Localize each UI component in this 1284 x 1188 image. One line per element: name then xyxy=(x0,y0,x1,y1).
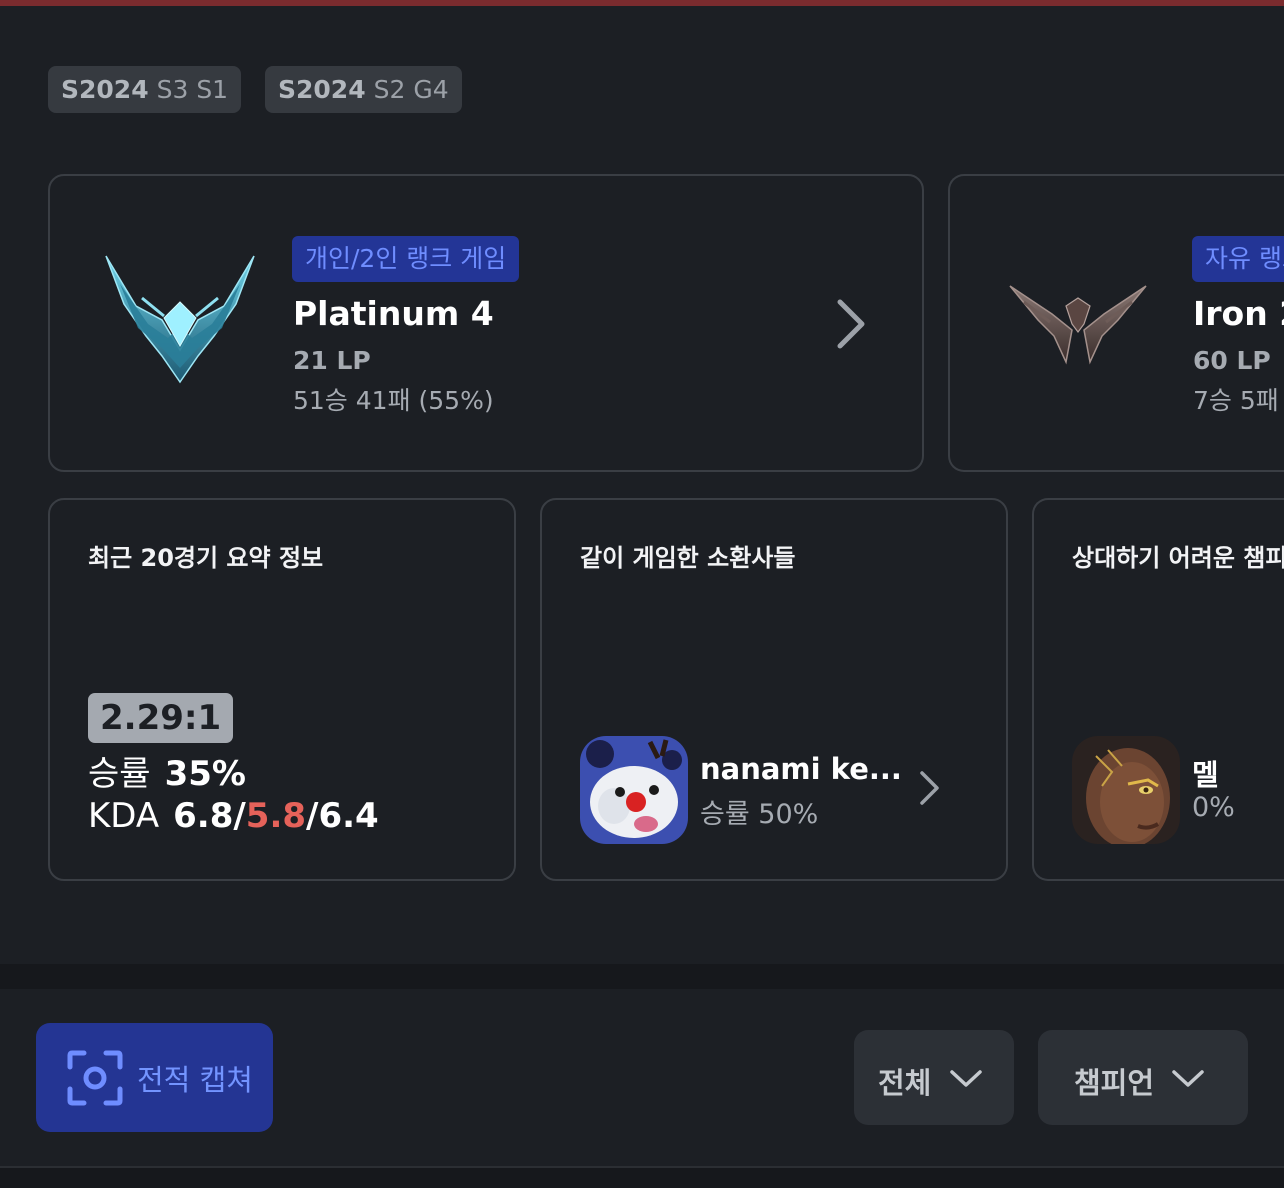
season-split: S2 G4 xyxy=(373,75,449,104)
queue-badge-solo: 개인/2인 랭크 게임 xyxy=(292,236,520,282)
bottom-band xyxy=(0,1168,1284,1188)
season-year: S2024 xyxy=(61,75,149,104)
season-year: S2024 xyxy=(278,75,366,104)
capture-record-button[interactable]: 전적 캡쳐 xyxy=(36,1023,273,1132)
iron-emblem-icon xyxy=(1009,285,1147,365)
season-chip-2[interactable]: S2024 S2 G4 xyxy=(265,66,462,113)
queue-filter-dropdown[interactable]: 전체 xyxy=(854,1030,1014,1125)
win-loss-record: 7승 5패 xyxy=(1193,386,1279,415)
league-points: 60 LP xyxy=(1193,346,1271,375)
poro-avatar-icon xyxy=(580,736,688,844)
champion-winrate: 0% xyxy=(1192,792,1235,823)
rank-card-solo[interactable]: 개인/2인 랭크 게임 Platinum 4 21 LP 51승 41패 (55… xyxy=(48,174,924,472)
kda-separator: / xyxy=(306,796,319,836)
kda-ratio-badge: 2.29:1 xyxy=(88,693,234,743)
card-title: 최근 20경기 요약 정보 xyxy=(88,544,324,572)
season-chip-1[interactable]: S2024 S3 S1 xyxy=(48,66,242,113)
kills-value: 6.8 xyxy=(173,796,234,836)
tier-name: Platinum 4 xyxy=(293,294,494,333)
assists-value: 6.4 xyxy=(318,796,379,836)
profile-page: S2024 S3 S1 S2024 S2 G4 개인/2인 랭크 게임 Platin… xyxy=(0,0,1284,1188)
section-divider xyxy=(0,964,1284,989)
top-accent-bar xyxy=(0,0,1284,6)
winrate-row: 승률 35% xyxy=(88,746,246,795)
rank-card-flex[interactable]: 자유 랭크 Iron 2 60 LP 7승 5패 xyxy=(948,174,1284,472)
kda-row: KDA 6.8/5.8/6.4 xyxy=(88,796,379,836)
league-points: 21 LP xyxy=(293,346,371,375)
summoner-name[interactable]: nanami ke... xyxy=(700,752,902,786)
winrate-label: 승률 xyxy=(88,754,151,794)
mel-champion-icon xyxy=(1072,736,1180,844)
card-title: 같이 게임한 소환사들 xyxy=(580,544,796,572)
filter-label: 전체 xyxy=(878,1066,932,1100)
queue-badge-flex: 자유 랭크 xyxy=(1192,236,1284,282)
chevron-down-icon xyxy=(1172,1070,1204,1087)
chevron-down-icon xyxy=(950,1070,982,1087)
champion-filter-dropdown[interactable]: 챔피언 xyxy=(1038,1030,1248,1125)
winrate-value: 35% xyxy=(164,754,246,794)
platinum-emblem-icon xyxy=(105,255,255,384)
played-with-card[interactable]: 같이 게임한 소환사들 nanami ke... 승률 50% xyxy=(540,498,1008,881)
champion-name[interactable]: 멜 xyxy=(1192,752,1219,794)
card-title: 상대하기 어려운 챔피언 xyxy=(1072,544,1284,572)
camera-capture-icon xyxy=(67,1050,123,1106)
tier-name: Iron 2 xyxy=(1193,294,1284,333)
kda-separator: / xyxy=(233,796,246,836)
filter-label: 챔피언 xyxy=(1074,1066,1155,1100)
tough-opponents-card[interactable]: 상대하기 어려운 챔피언 멜 0% xyxy=(1032,498,1284,881)
win-loss-record: 51승 41패 (55%) xyxy=(293,386,494,415)
chevron-right-icon[interactable] xyxy=(916,768,942,808)
kda-label: KDA xyxy=(88,796,160,836)
recent-summary-card[interactable]: 최근 20경기 요약 정보 2.29:1 승률 35% KDA 6.8/5.8/6.… xyxy=(48,498,516,881)
capture-label: 전적 캡쳐 xyxy=(137,1063,253,1097)
deaths-value: 5.8 xyxy=(245,796,307,836)
chevron-right-icon[interactable] xyxy=(830,294,870,354)
summoner-winrate: 승률 50% xyxy=(700,799,819,830)
season-split: S3 S1 xyxy=(156,75,229,104)
